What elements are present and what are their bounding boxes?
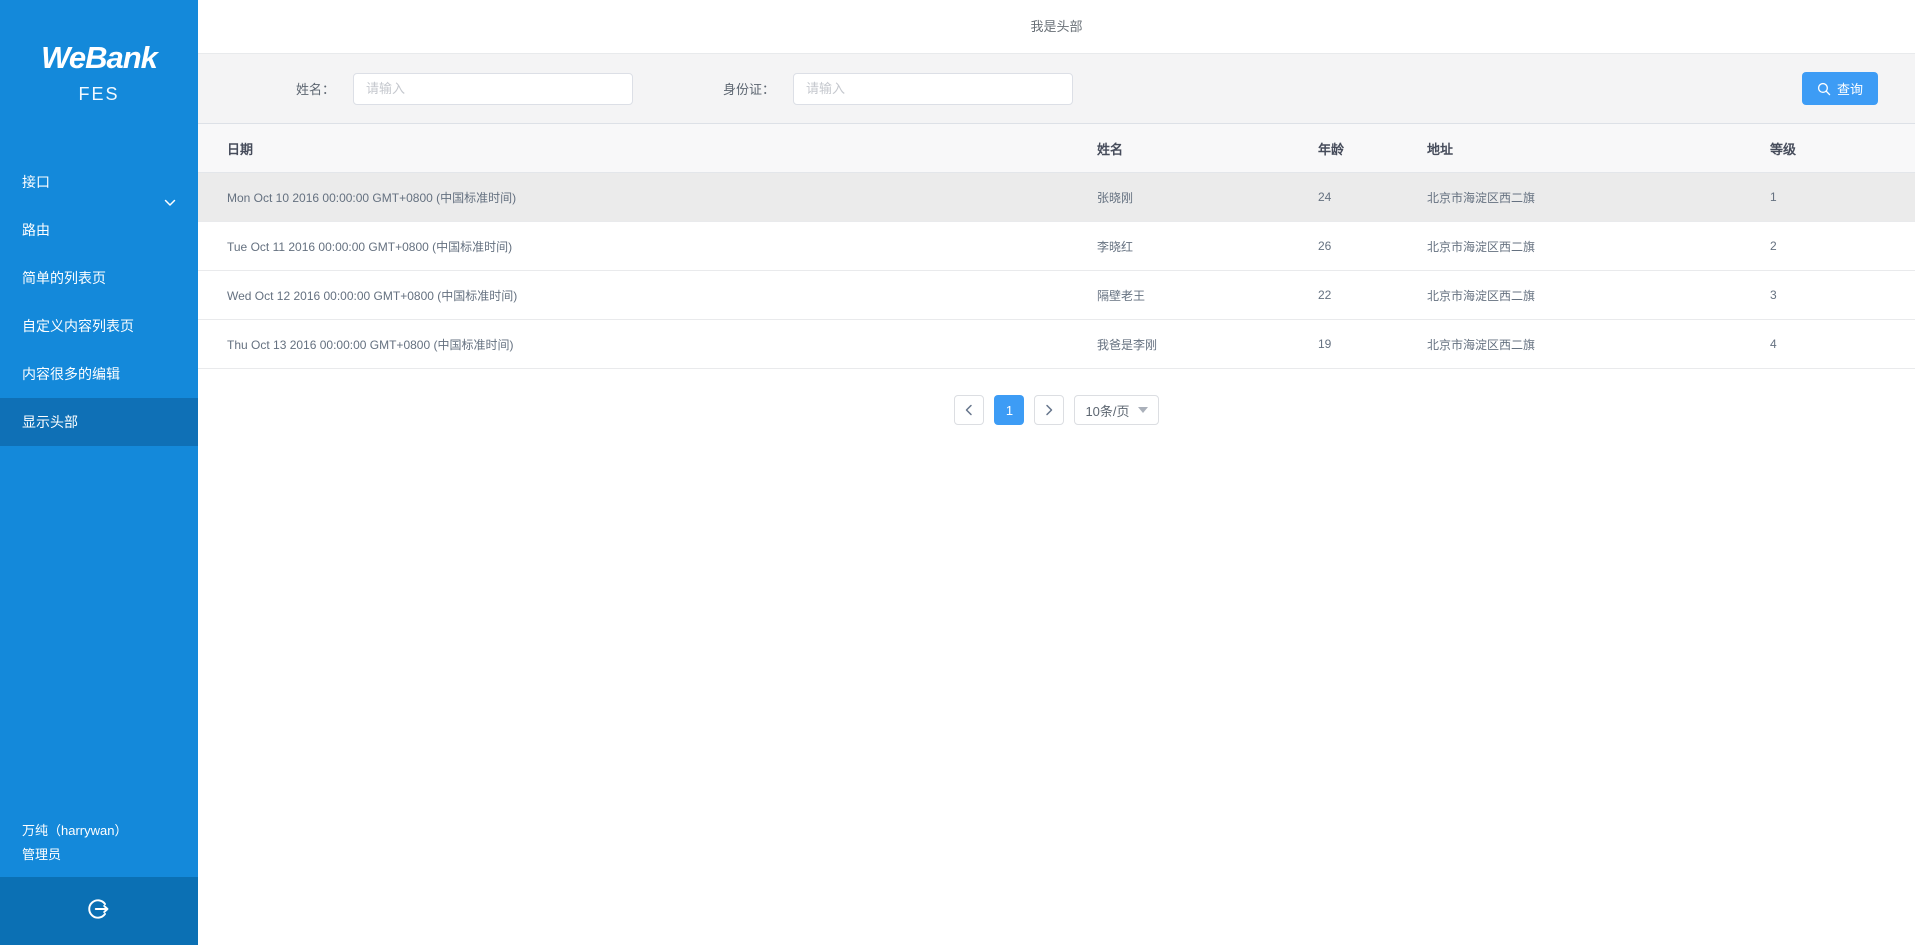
- cell-date: Wed Oct 12 2016 00:00:00 GMT+0800 (中国标准时…: [198, 287, 1097, 304]
- sidebar-item-custom-list[interactable]: 自定义内容列表页: [0, 302, 198, 350]
- column-header-age: 年龄: [1318, 139, 1427, 158]
- chevron-right-icon: [1044, 404, 1054, 416]
- chevron-left-icon: [964, 404, 974, 416]
- user-name: 万纯（harrywan）: [22, 819, 198, 843]
- cell-name: 张晓刚: [1097, 189, 1318, 206]
- query-button[interactable]: 查询: [1802, 72, 1878, 105]
- column-header-level: 等级: [1770, 139, 1915, 158]
- search-icon: [1817, 82, 1831, 96]
- column-header-address: 地址: [1427, 139, 1770, 158]
- cell-age: 22: [1318, 288, 1427, 302]
- cell-address: 北京市海淀区西二旗: [1427, 336, 1770, 353]
- table-row[interactable]: Mon Oct 10 2016 00:00:00 GMT+0800 (中国标准时…: [198, 173, 1915, 222]
- table-header-row: 日期 姓名 年龄 地址 等级: [198, 124, 1915, 173]
- cell-level: 3: [1770, 288, 1915, 302]
- cell-name: 隔壁老王: [1097, 287, 1318, 304]
- table-row[interactable]: Thu Oct 13 2016 00:00:00 GMT+0800 (中国标准时…: [198, 320, 1915, 369]
- cell-age: 24: [1318, 190, 1427, 204]
- cell-level: 1: [1770, 190, 1915, 204]
- cell-date: Tue Oct 11 2016 00:00:00 GMT+0800 (中国标准时…: [198, 238, 1097, 255]
- sidebar-item-label: 内容很多的编辑: [22, 366, 120, 382]
- logo-text: WeBank: [0, 40, 198, 76]
- sidebar-item-label: 显示头部: [22, 414, 78, 430]
- column-header-date: 日期: [198, 139, 1097, 158]
- page-title: 我是头部: [1030, 19, 1082, 34]
- sidebar-item-label: 简单的列表页: [22, 270, 106, 286]
- name-input[interactable]: [353, 73, 633, 105]
- search-form: 姓名： 身份证： 查询: [198, 54, 1915, 124]
- logo-subtext: FES: [0, 84, 198, 105]
- next-page-button[interactable]: [1034, 395, 1064, 425]
- sidebar-item-label: 自定义内容列表页: [22, 318, 134, 334]
- id-field-label: 身份证：: [723, 79, 775, 98]
- table-row[interactable]: Tue Oct 11 2016 00:00:00 GMT+0800 (中国标准时…: [198, 222, 1915, 271]
- query-button-label: 查询: [1837, 79, 1863, 98]
- sidebar-menu: 接口 路由 简单的列表页 自定义内容列表页 内容很多的编辑 显示头部: [0, 158, 198, 446]
- cell-date: Mon Oct 10 2016 00:00:00 GMT+0800 (中国标准时…: [198, 189, 1097, 206]
- sidebar-item-show-header[interactable]: 显示头部: [0, 398, 198, 446]
- cell-name: 李晓红: [1097, 238, 1318, 255]
- sidebar-item-simple-list[interactable]: 简单的列表页: [0, 254, 198, 302]
- logout-button[interactable]: [0, 877, 198, 945]
- logout-icon: [86, 896, 112, 927]
- cell-address: 北京市海淀区西二旗: [1427, 287, 1770, 304]
- caret-down-icon: [1138, 407, 1148, 413]
- name-field-label: 姓名：: [296, 79, 335, 98]
- page-size-select[interactable]: 10条/页: [1074, 395, 1158, 425]
- page-header: 我是头部: [198, 0, 1915, 54]
- sidebar-item-label: 路由: [22, 222, 50, 238]
- app-logo: WeBank FES: [0, 0, 198, 105]
- sidebar-item-route[interactable]: 路由: [0, 206, 198, 254]
- cell-address: 北京市海淀区西二旗: [1427, 189, 1770, 206]
- prev-page-button[interactable]: [954, 395, 984, 425]
- pagination: 1 10条/页: [198, 395, 1915, 425]
- cell-date: Thu Oct 13 2016 00:00:00 GMT+0800 (中国标准时…: [198, 336, 1097, 353]
- user-info: 万纯（harrywan） 管理员: [0, 819, 198, 877]
- sidebar-item-interface[interactable]: 接口: [0, 158, 198, 206]
- sidebar-item-rich-edit[interactable]: 内容很多的编辑: [0, 350, 198, 398]
- cell-address: 北京市海淀区西二旗: [1427, 238, 1770, 255]
- id-input[interactable]: [793, 73, 1073, 105]
- table-row[interactable]: Wed Oct 12 2016 00:00:00 GMT+0800 (中国标准时…: [198, 271, 1915, 320]
- column-header-name: 姓名: [1097, 139, 1318, 158]
- page-number-button[interactable]: 1: [994, 395, 1024, 425]
- user-role: 管理员: [22, 843, 198, 867]
- cell-level: 4: [1770, 337, 1915, 351]
- sidebar: WeBank FES 接口 路由 简单的列表页 自定义内容列表页 内容很多的编辑…: [0, 0, 198, 945]
- cell-age: 19: [1318, 337, 1427, 351]
- page-size-label: 10条/页: [1085, 401, 1129, 420]
- data-table: 日期 姓名 年龄 地址 等级 Mon Oct 10 2016 00:00:00 …: [198, 124, 1915, 369]
- cell-name: 我爸是李刚: [1097, 336, 1318, 353]
- cell-level: 2: [1770, 239, 1915, 253]
- main-content: 我是头部 姓名： 身份证： 查询 日期 姓名 年龄 地址 等级 Mon: [198, 0, 1915, 945]
- sidebar-item-label: 接口: [22, 174, 50, 190]
- cell-age: 26: [1318, 239, 1427, 253]
